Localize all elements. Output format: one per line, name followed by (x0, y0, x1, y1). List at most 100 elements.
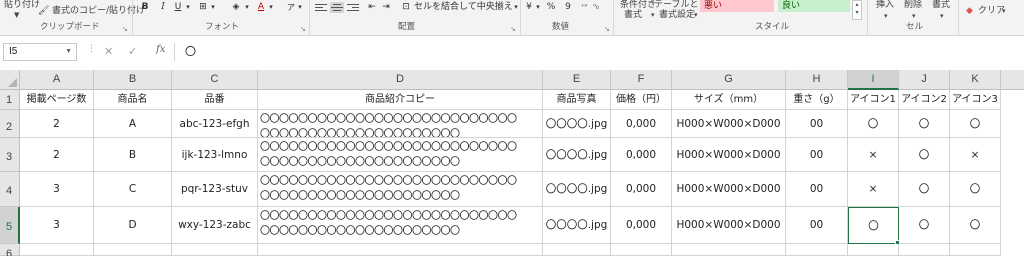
empty-cell[interactable] (672, 244, 786, 256)
select-all-button[interactable] (0, 70, 20, 90)
currency-dropdown-icon[interactable]: ▾ (534, 1, 542, 14)
column-header-e[interactable]: E (543, 70, 611, 90)
column-header-h[interactable]: H (786, 70, 848, 90)
border-icon[interactable]: ⊞ (197, 1, 209, 14)
cancel-icon[interactable]: ✕ (104, 45, 113, 58)
header-cell[interactable]: 品番 (172, 90, 258, 110)
format-painter-icon[interactable]: 🖌 (38, 6, 49, 17)
table-cell[interactable]: 〇〇〇〇〇〇〇〇〇〇〇〇〇〇〇〇〇〇〇〇〇〇〇〇〇〇〇 〇〇〇〇〇〇〇〇〇〇〇〇〇… (258, 172, 543, 207)
paint-bucket-icon[interactable]: ◈ (229, 1, 243, 14)
row-header-1[interactable]: 1 (0, 90, 20, 110)
merge-cells-icon[interactable]: ⊡ (400, 1, 412, 14)
style-bad[interactable]: 悪い (700, 0, 774, 12)
table-cell[interactable]: 〇〇〇〇.jpg (543, 138, 611, 172)
border-dropdown-icon[interactable]: ▾ (209, 1, 217, 14)
header-cell[interactable]: 商品写真 (543, 90, 611, 110)
column-header-i[interactable]: I (848, 70, 899, 90)
insert-button[interactable]: 挿入 (876, 0, 894, 11)
table-cell[interactable]: 〇 (899, 207, 950, 244)
spreadsheet-grid[interactable]: A B C D E F G H I J K 1 2 3 4 5 6 掲載ページ数 商品名 品番 商品紹介コピー 商品写真価… (0, 66, 1024, 256)
row-header-4[interactable]: 4 (0, 172, 20, 207)
header-cell[interactable]: サイズ（mm） (672, 90, 786, 110)
table-cell[interactable]: H000×W000×D000 (672, 172, 786, 207)
column-header-f[interactable]: F (611, 70, 672, 90)
comma-style-button[interactable]: 9 (564, 1, 572, 14)
table-cell[interactable]: H000×W000×D000 (672, 207, 786, 244)
column-header-c[interactable]: C (172, 70, 258, 90)
font-color-button[interactable]: A (256, 1, 266, 14)
formula-bar-grip-icon[interactable]: ⋮ (87, 44, 96, 54)
header-cell[interactable]: アイコン1 (848, 90, 899, 110)
table-cell[interactable]: 〇 (848, 110, 899, 138)
row-header-6[interactable]: 6 (0, 244, 20, 256)
delete-button[interactable]: 削除 (904, 0, 922, 11)
header-cell[interactable]: 重さ（g） (786, 90, 848, 110)
phonetic-button[interactable]: ア (286, 1, 296, 14)
phonetic-dropdown-icon[interactable]: ▾ (296, 1, 304, 14)
underline-dropdown-icon[interactable]: ▾ (184, 1, 192, 14)
formula-input[interactable]: 〇 (174, 43, 1024, 61)
table-cell[interactable]: 00 (786, 138, 848, 172)
font-launcher-icon[interactable]: ↘ (300, 25, 306, 33)
table-cell[interactable]: 0,000 (611, 138, 672, 172)
header-cell[interactable]: アイコン3 (950, 90, 1001, 110)
font-color-dropdown-icon[interactable]: ▾ (267, 1, 275, 14)
table-cell[interactable]: 0,000 (611, 207, 672, 244)
clipboard-launcher-icon[interactable]: ↘ (122, 25, 128, 33)
increase-indent-icon[interactable]: ⇥ (380, 1, 392, 14)
header-cell[interactable]: 商品名 (94, 90, 172, 110)
table-cell[interactable]: 00 (786, 207, 848, 244)
empty-cell[interactable] (848, 244, 899, 256)
name-box-dropdown-icon[interactable]: ▼ (65, 44, 72, 60)
insert-function-button[interactable]: fx (156, 44, 165, 55)
merge-dropdown-icon[interactable]: ▾ (512, 1, 520, 14)
empty-cell[interactable] (543, 244, 611, 256)
table-cell[interactable]: pqr-123-stuv (172, 172, 258, 207)
format-dropdown-icon[interactable]: ▾ (940, 11, 944, 22)
conditional-format-dropdown-icon[interactable]: ▾ (651, 10, 655, 21)
format-button[interactable]: 書式 (932, 0, 950, 11)
column-header-b[interactable]: B (94, 70, 172, 90)
table-cell[interactable]: 〇 (899, 110, 950, 138)
table-cell[interactable]: 〇〇〇〇〇〇〇〇〇〇〇〇〇〇〇〇〇〇〇〇〇〇〇〇〇〇〇 〇〇〇〇〇〇〇〇〇〇〇〇〇… (258, 110, 543, 138)
table-cell[interactable]: × (848, 138, 899, 172)
alignment-launcher-icon[interactable]: ↘ (510, 25, 516, 33)
table-cell[interactable]: × (950, 138, 1001, 172)
empty-cell[interactable] (786, 244, 848, 256)
empty-cell[interactable] (258, 244, 543, 256)
table-cell[interactable]: 〇〇〇〇〇〇〇〇〇〇〇〇〇〇〇〇〇〇〇〇〇〇〇〇〇〇〇 〇〇〇〇〇〇〇〇〇〇〇〇〇… (258, 207, 543, 244)
table-cell[interactable]: 0,000 (611, 172, 672, 207)
clear-dropdown-icon[interactable]: ▾ (1002, 6, 1006, 17)
table-cell[interactable]: abc-123-efgh (172, 110, 258, 138)
format-as-table-label[interactable]: 書式設定 (659, 10, 695, 21)
row-header-2[interactable]: 2 (0, 110, 20, 138)
column-header-j[interactable]: J (899, 70, 950, 90)
underline-button[interactable]: U (173, 1, 183, 14)
table-cell[interactable]: C (94, 172, 172, 207)
styles-gallery-scroll[interactable]: ▴ ▾ (852, 0, 862, 20)
table-cell[interactable]: H000×W000×D000 (672, 138, 786, 172)
table-cell[interactable]: 〇 (899, 138, 950, 172)
align-center-icon[interactable] (330, 2, 344, 13)
header-cell[interactable]: 商品紹介コピー (258, 90, 543, 110)
table-cell[interactable]: B (94, 138, 172, 172)
decrease-indent-icon[interactable]: ⇤ (366, 1, 378, 14)
insert-dropdown-icon[interactable]: ▾ (884, 11, 888, 22)
column-header-a[interactable]: A (20, 70, 94, 90)
table-cell[interactable]: 〇 (950, 172, 1001, 207)
name-box[interactable]: I5 ▼ (3, 43, 77, 61)
column-header-k[interactable]: K (950, 70, 1001, 90)
table-cell[interactable]: 0,000 (611, 110, 672, 138)
delete-dropdown-icon[interactable]: ▾ (912, 11, 916, 22)
percent-button[interactable]: % (546, 1, 556, 14)
format-as-table-dropdown-icon[interactable]: ▾ (694, 10, 698, 21)
merge-center-button[interactable]: セルを結合して中央揃え (414, 1, 514, 14)
table-cell[interactable]: wxy-123-zabc (172, 207, 258, 244)
empty-cell[interactable] (611, 244, 672, 256)
empty-cell[interactable] (172, 244, 258, 256)
conditional-format-label[interactable]: 書式 (624, 10, 642, 21)
table-cell[interactable]: 00 (786, 110, 848, 138)
table-cell[interactable]: ijk-123-lmno (172, 138, 258, 172)
decrease-decimal-icon[interactable]: ⁰₀ (590, 1, 602, 14)
clear-button[interactable]: クリア (978, 6, 1005, 17)
